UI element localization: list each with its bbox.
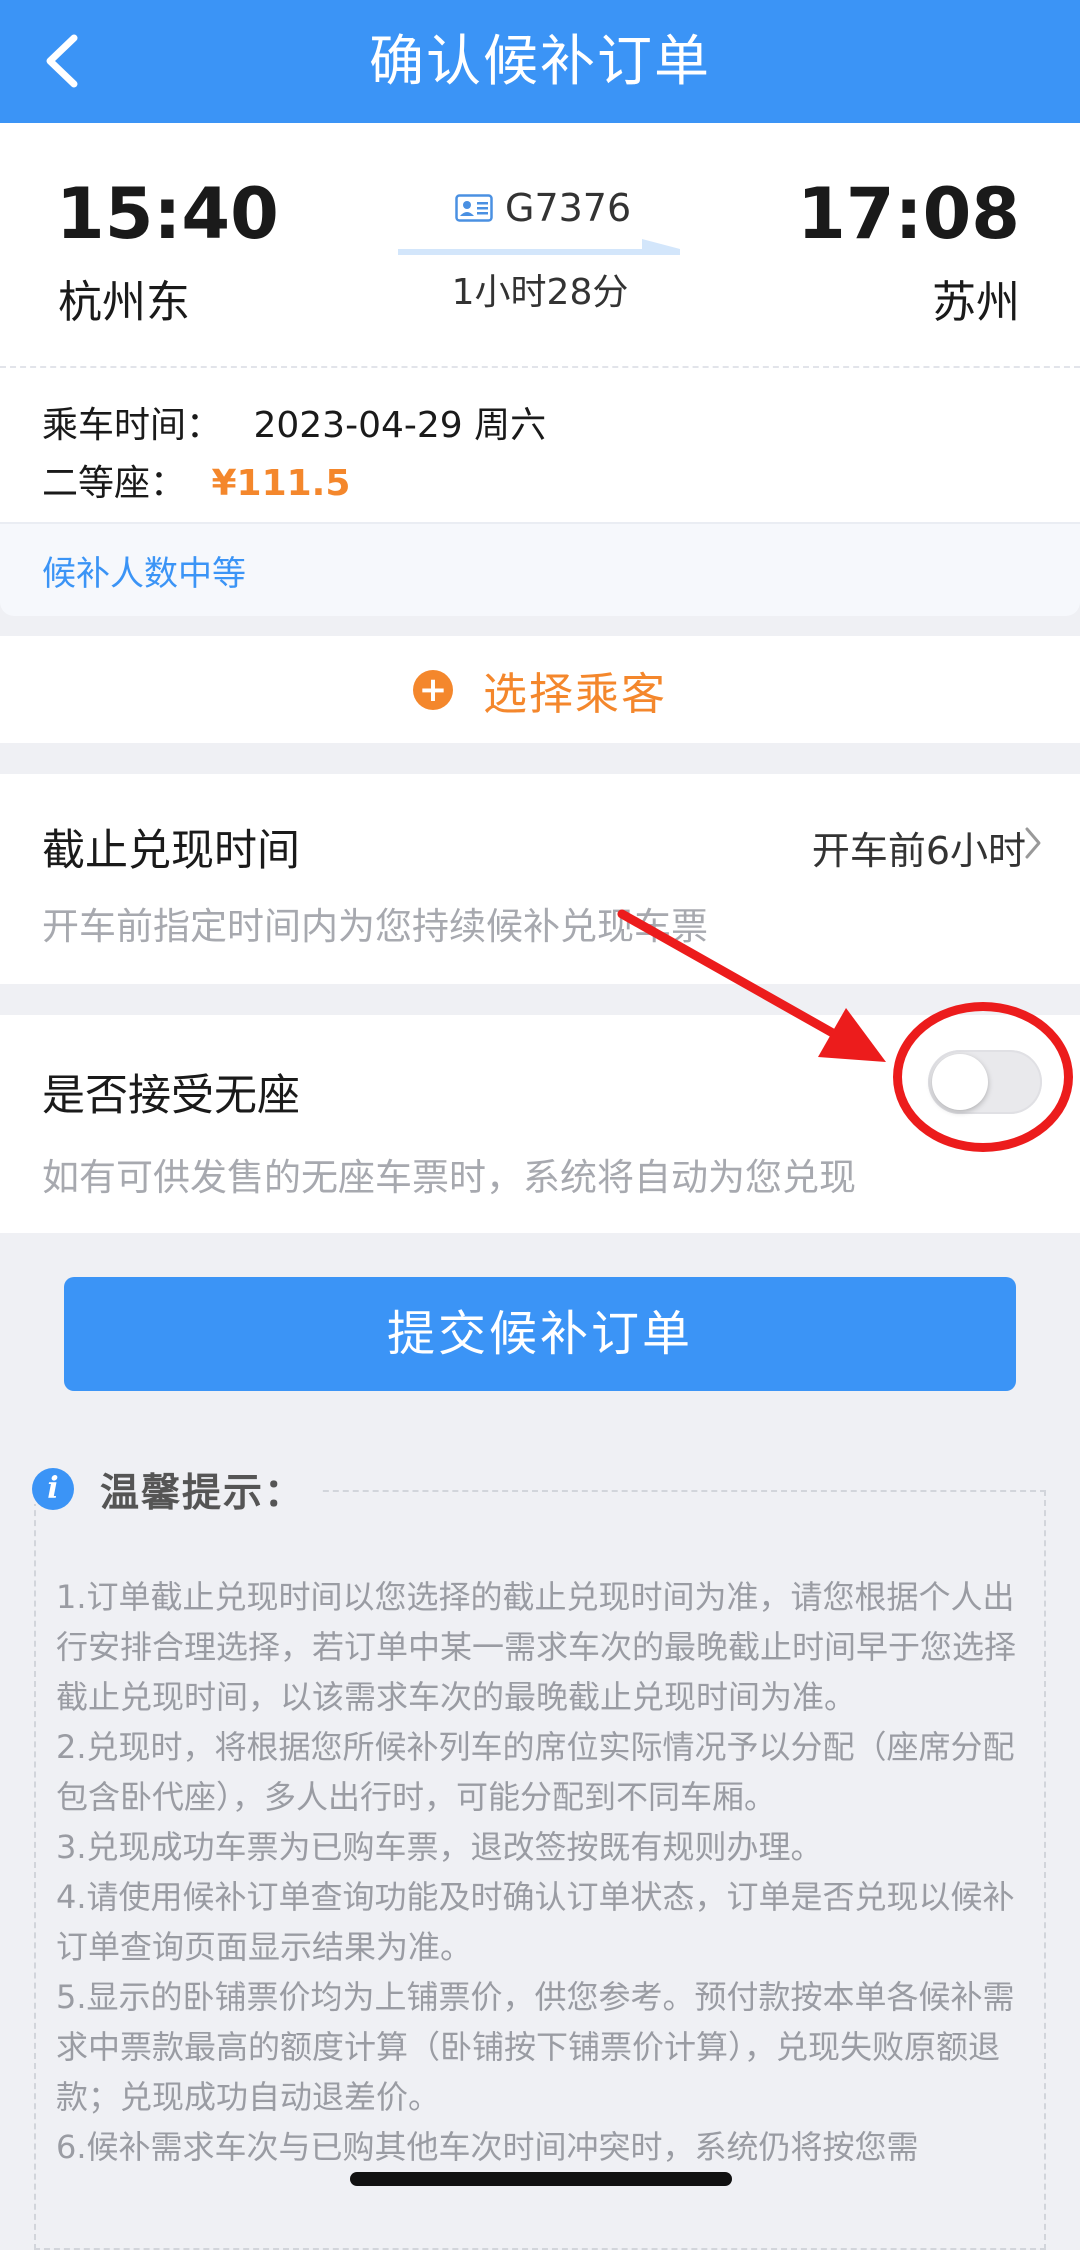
tip-item: 4.请使用候补订单查询功能及时确认订单状态，订单是否兑现以候补订单查询页面显示结… bbox=[56, 1878, 1015, 1966]
waitlist-level: 候补人数中等 bbox=[42, 554, 246, 594]
seat-label: 二等座： bbox=[42, 463, 187, 504]
info-icon: i bbox=[32, 1468, 74, 1510]
train-summary-card: 15:40 杭州东 17:08 苏州 G7376 1小时28分 bbox=[0, 123, 1080, 368]
tip-item: 1.订单截止兑现时间以您选择的截止兑现时间为准，请您根据个人出行安排合理选择，若… bbox=[56, 1578, 1017, 1716]
deadline-title: 截止兑现时间 bbox=[42, 826, 300, 876]
page-title: 确认候补订单 bbox=[368, 29, 711, 93]
chevron-right-icon bbox=[1025, 827, 1041, 859]
annotation-circle bbox=[893, 1002, 1073, 1152]
submit-order-button[interactable]: 提交候补订单 bbox=[64, 1277, 1016, 1391]
arrive-time: 17:08 bbox=[797, 173, 1020, 255]
accept-standing-description: 如有可供发售的无座车票时，系统将自动为您兑现 bbox=[42, 1156, 856, 1199]
nav-bar: 确认候补订单 bbox=[0, 0, 1080, 123]
tip-item: 5.显示的卧铺票价均为上铺票价，供您参考。预付款按本单各候补需求中票款最高的额度… bbox=[56, 1978, 1015, 2116]
train-number-group: G7376 bbox=[455, 183, 631, 233]
select-passenger-button[interactable]: 选择乘客 bbox=[483, 658, 667, 722]
tip-item: 2.兑现时，将根据您所候补列车的席位实际情况予以分配（座席分配包含卧代座），多人… bbox=[56, 1728, 1015, 1816]
add-circle-icon: + bbox=[413, 669, 453, 710]
annotation-arrow-icon bbox=[617, 909, 886, 1062]
deadline-row[interactable]: 截止兑现时间 开车前6小时 开车前指定时间内为您持续候补兑现车票 bbox=[0, 774, 1080, 984]
trip-duration: 1小时28分 bbox=[451, 272, 629, 313]
waitlist-hint-bar: 候补人数中等 bbox=[0, 522, 1080, 616]
deadline-value[interactable]: 开车前6小时 bbox=[812, 820, 1026, 875]
date-label: 乘车时间： bbox=[42, 405, 223, 446]
date-row: 乘车时间： 2023-04-29 周六 bbox=[42, 396, 546, 448]
tip-item: 6.候补需求车次与已购其他车次时间冲突时，系统仍将按您需 bbox=[56, 2128, 919, 2166]
id-card-icon bbox=[455, 194, 493, 222]
direction-arrow-icon bbox=[398, 239, 680, 255]
seat-price: ¥111.5 bbox=[211, 463, 351, 504]
ticket-info-card: 乘车时间： 2023-04-29 周六 二等座： ¥111.5 bbox=[0, 368, 1080, 522]
home-indicator bbox=[350, 2172, 732, 2186]
tips-title: 温馨提示： bbox=[100, 1471, 306, 1516]
select-passenger-content: + 选择乘客 bbox=[0, 636, 1080, 743]
tips-content: 1.订单截止兑现时间以您选择的截止兑现时间为准，请您根据个人出行安排合理选择，若… bbox=[56, 1572, 1016, 2172]
accept-standing-title: 是否接受无座 bbox=[42, 1071, 300, 1121]
train-number: G7376 bbox=[505, 186, 632, 230]
select-passenger-row[interactable]: + 选择乘客 bbox=[0, 636, 1080, 743]
date-value: 2023-04-29 周六 bbox=[253, 405, 547, 446]
seat-row: 二等座： ¥111.5 bbox=[42, 454, 350, 506]
depart-time: 15:40 bbox=[56, 173, 279, 255]
tip-item: 3.兑现成功车票为已购车票，退改签按既有规则办理。 bbox=[56, 1828, 823, 1866]
